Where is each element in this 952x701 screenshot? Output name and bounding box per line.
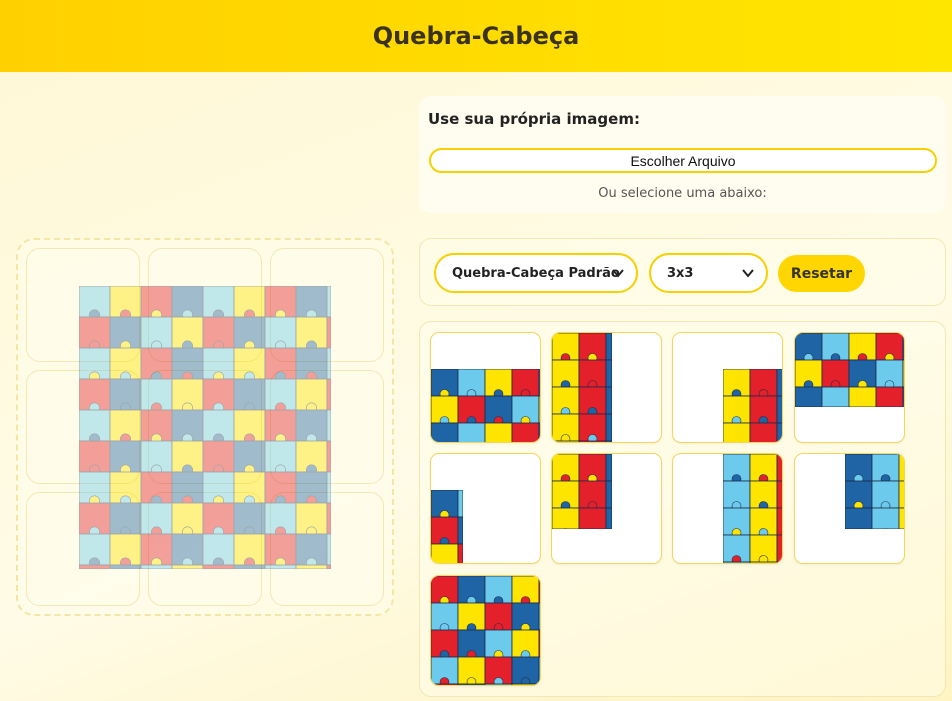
choose-file-button[interactable]: Escolher Arquivo <box>429 148 937 173</box>
piece-image <box>431 369 540 442</box>
upload-panel: Use sua própria imagem: Escolher Arquivo… <box>419 96 946 213</box>
piece-image <box>552 333 612 442</box>
puzzle-preview-ghost <box>79 286 331 569</box>
puzzle-piece[interactable] <box>551 453 662 564</box>
puzzle-piece[interactable] <box>551 332 662 443</box>
puzzle-piece[interactable] <box>430 453 541 564</box>
piece-image <box>552 454 612 529</box>
controls-panel: Quebra-Cabeça Padrão 3x3 Resetar <box>419 238 946 306</box>
puzzle-select[interactable]: Quebra-Cabeça Padrão <box>434 253 638 293</box>
piece-image <box>723 454 782 563</box>
puzzle-piece[interactable] <box>430 575 541 686</box>
piece-image <box>845 454 904 529</box>
puzzle-piece[interactable] <box>430 332 541 443</box>
puzzle-select-value: Quebra-Cabeça Padrão <box>452 265 620 281</box>
select-below-hint: Ou selecione uma abaixo: <box>598 186 767 201</box>
app-header: Quebra-Cabeça <box>0 0 952 72</box>
page-title: Quebra-Cabeça <box>372 22 580 50</box>
puzzle-piece[interactable] <box>794 453 905 564</box>
piece-image <box>723 369 782 442</box>
piece-image <box>431 490 463 563</box>
puzzle-piece[interactable] <box>672 332 783 443</box>
size-select-value: 3x3 <box>667 265 694 281</box>
upload-title: Use sua própria imagem: <box>428 110 640 128</box>
puzzle-piece[interactable] <box>794 332 905 443</box>
reset-button[interactable]: Resetar <box>778 255 865 292</box>
piece-image <box>795 333 904 407</box>
chevron-down-icon <box>612 269 624 278</box>
chevron-down-icon <box>742 269 754 278</box>
piece-image <box>431 576 540 685</box>
puzzle-piece[interactable] <box>672 453 783 564</box>
size-select[interactable]: 3x3 <box>649 253 768 293</box>
